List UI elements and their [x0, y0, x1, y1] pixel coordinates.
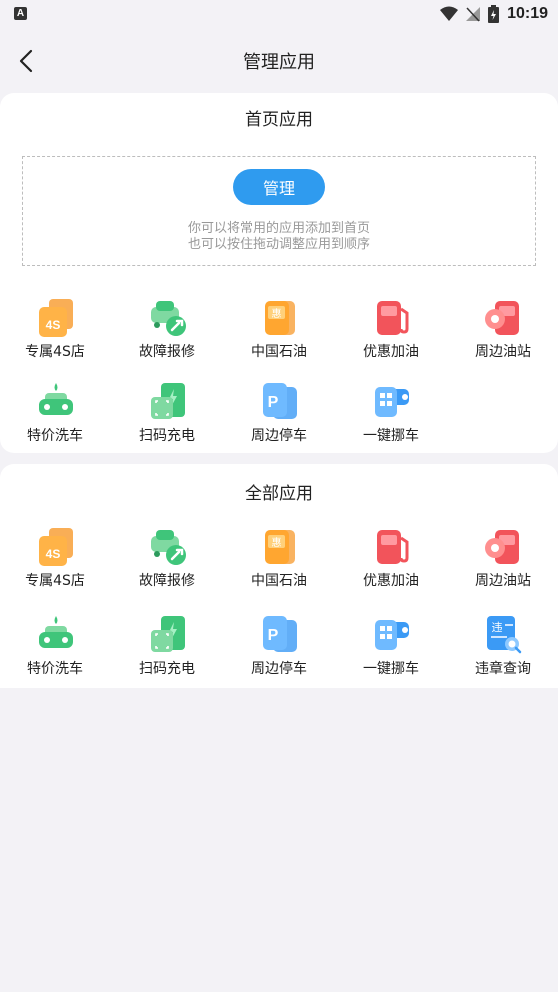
- move-car-icon: [375, 620, 409, 650]
- app-label: 故障报修: [139, 344, 195, 360]
- discount-fuel-icon: [377, 301, 409, 335]
- app-label: 一键挪车: [363, 661, 419, 677]
- app-label: 特价洗车: [27, 661, 83, 677]
- battery-charging-icon: [488, 5, 500, 23]
- all-apps-card: 全部应用 4S 专属4S店 故障报修 惠 中国石油 优惠加油 周边油站 特价洗车…: [0, 464, 558, 688]
- manage-drop-area: 管理 你可以将常用的应用添加到首页 也可以按住拖动调整应用到顺序: [22, 156, 536, 266]
- all-app-sinopec[interactable]: 惠 中国石油: [224, 528, 334, 598]
- app-label: 中国石油: [251, 573, 307, 589]
- app-label: 专属4S店: [25, 573, 85, 589]
- scan-charge-icon: [151, 383, 185, 419]
- all-app-car-wash[interactable]: 特价洗车: [0, 616, 110, 686]
- hint-text-line2: 也可以按住拖动调整应用到顺序: [187, 237, 370, 252]
- car-repair-icon: [151, 530, 186, 565]
- page-title: 管理应用: [243, 52, 315, 73]
- app-label: 中国石油: [251, 344, 307, 360]
- sinopec-fuel-icon: 惠: [265, 530, 295, 564]
- svg-text:P: P: [268, 394, 279, 411]
- app-label: 周边停车: [251, 661, 307, 677]
- status-time: 10:19: [507, 5, 548, 22]
- app-label: 优惠加油: [363, 344, 419, 360]
- all-app-car-repair[interactable]: 故障报修: [112, 528, 222, 598]
- app-label: 周边油站: [475, 344, 531, 360]
- home-app-discount-fuel[interactable]: 优惠加油: [336, 299, 446, 369]
- header: 管理应用: [0, 38, 558, 82]
- no-signal-icon: [466, 7, 481, 22]
- notification-app-icon: A: [14, 7, 27, 20]
- app-label: 优惠加油: [363, 573, 419, 589]
- home-app-parking[interactable]: P 周边停车: [224, 383, 334, 453]
- car-repair-icon: [151, 301, 186, 336]
- svg-text:4S: 4S: [46, 318, 61, 332]
- svg-text:惠: 惠: [272, 536, 282, 549]
- violation-query-icon: 违: [487, 616, 522, 654]
- parking-icon: P: [263, 383, 297, 419]
- discount-fuel-icon: [377, 530, 409, 564]
- app-label: 专属4S店: [25, 344, 85, 360]
- parking-icon: P: [263, 616, 297, 652]
- home-apps-title: 首页应用: [245, 110, 313, 130]
- svg-text:惠: 惠: [272, 307, 282, 320]
- app-label: 违章查询: [475, 661, 531, 677]
- svg-text:P: P: [268, 627, 279, 644]
- home-app-scan-charge[interactable]: 扫码充电: [112, 383, 222, 453]
- scan-charge-icon: [151, 616, 185, 652]
- sinopec-fuel-icon: 惠: [265, 301, 295, 335]
- home-app-move-car[interactable]: 一键挪车: [336, 383, 446, 453]
- wifi-icon: [440, 6, 459, 21]
- all-app-nearby-gas[interactable]: 周边油站: [448, 528, 558, 598]
- app-label: 故障报修: [139, 573, 195, 589]
- move-car-icon: [375, 387, 409, 417]
- home-app-nearby-gas[interactable]: 周边油站: [448, 299, 558, 369]
- nearby-gas-station-icon: [485, 301, 519, 335]
- status-icons: 10:19: [440, 4, 548, 24]
- 4s-store-icon: 4S: [39, 299, 73, 337]
- app-label: 一键挪车: [363, 428, 419, 444]
- home-app-4s-store[interactable]: 4S 专属4S店: [0, 299, 110, 369]
- app-label: 特价洗车: [27, 428, 83, 444]
- home-app-car-repair[interactable]: 故障报修: [112, 299, 222, 369]
- all-app-parking[interactable]: P 周边停车: [224, 616, 334, 686]
- app-label: 周边油站: [475, 573, 531, 589]
- svg-text:违: 违: [492, 621, 503, 634]
- svg-text:4S: 4S: [46, 547, 61, 561]
- car-wash-icon: [39, 616, 73, 648]
- all-app-discount-fuel[interactable]: 优惠加油: [336, 528, 446, 598]
- home-app-car-wash[interactable]: 特价洗车: [0, 383, 110, 453]
- car-wash-icon: [39, 383, 73, 415]
- app-label: 扫码充电: [139, 661, 195, 677]
- nearby-gas-station-icon: [485, 530, 519, 564]
- app-label: 周边停车: [251, 428, 307, 444]
- 4s-store-icon: 4S: [39, 528, 73, 566]
- manage-button[interactable]: 管理: [233, 169, 325, 205]
- app-label: 扫码充电: [139, 428, 195, 444]
- all-app-move-car[interactable]: 一键挪车: [336, 616, 446, 686]
- hint-text-line1: 你可以将常用的应用添加到首页: [187, 221, 370, 236]
- all-app-violation-query[interactable]: 违 违章查询: [448, 616, 558, 686]
- status-bar: A 10:19: [0, 0, 558, 28]
- all-app-4s-store[interactable]: 4S 专属4S店: [0, 528, 110, 598]
- home-apps-card: 首页应用 管理 你可以将常用的应用添加到首页 也可以按住拖动调整应用到顺序 4S…: [0, 93, 558, 453]
- home-app-sinopec[interactable]: 惠 中国石油: [224, 299, 334, 369]
- all-app-scan-charge[interactable]: 扫码充电: [112, 616, 222, 686]
- all-apps-title: 全部应用: [245, 484, 313, 504]
